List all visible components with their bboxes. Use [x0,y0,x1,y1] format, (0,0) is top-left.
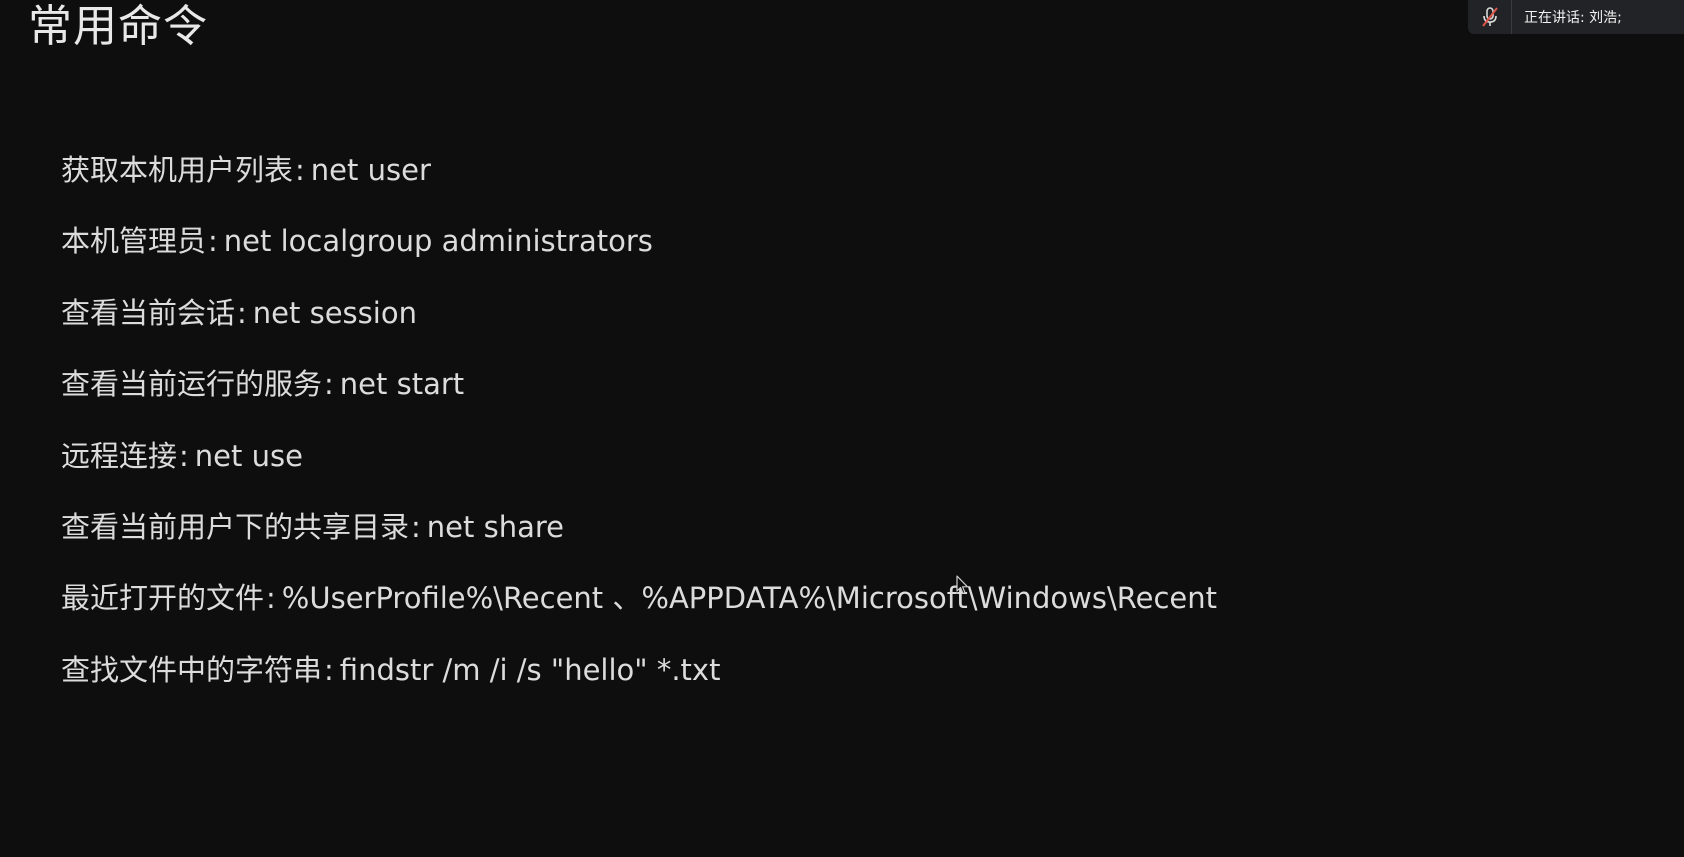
command-label: 获取本机用户列表 [61,153,294,187]
mouse-cursor-icon [956,575,969,595]
command-label: 最近打开的文件 [61,581,265,616]
command-item-net-session: 查看当前会话: net session [61,287,1217,358]
command-item-recent-files: 最近打开的文件: %UserProfile%\Recent 、%APPDATA%\… [61,572,1217,643]
command-label: 本机管理员 [61,224,207,259]
command-label: 远程连接 [61,438,178,473]
separator: : [411,509,421,544]
separator: : [295,153,305,187]
command-text: net use [194,438,303,473]
mic-toggle-button[interactable] [1468,0,1512,34]
command-label: 查看当前运行的服务 [61,367,323,402]
command-item-net-localgroup: 本机管理员: net localgroup administrators [61,215,1217,286]
command-label: 查找文件中的字符串 [61,652,323,687]
command-label: 查看当前会话 [61,295,236,330]
separator: : [324,367,334,402]
command-item-net-start: 查看当前运行的服务: net start [61,358,1217,429]
command-text: %UserProfile%\Recent 、%APPDATA%\Microsof… [281,581,1217,616]
command-item-net-use: 远程连接: net use [61,430,1217,501]
command-text: net user [310,153,431,187]
command-text: net localgroup administrators [223,224,653,259]
separator: : [237,295,247,330]
command-text: findstr /m /i /s "hello" *.txt [339,652,721,687]
speaker-indicator[interactable]: 正在讲话: 刘浩; [1468,0,1684,34]
command-item-findstr: 查找文件中的字符串: findstr /m /i /s "hello" *.txt [61,644,1217,715]
mic-muted-icon [1481,7,1498,27]
separator: : [208,224,218,259]
command-list: 获取本机用户列表: net user 本机管理员: net localgroup a… [61,144,1217,715]
command-label: 查看当前用户下的共享目录 [61,509,410,544]
separator: : [324,652,334,687]
separator: : [179,438,189,473]
command-text: net share [426,509,564,544]
slide-title: 常用命令 [28,1,208,52]
command-text: net session [252,295,417,330]
separator: : [266,581,276,616]
command-item-net-share: 查看当前用户下的共享目录: net share [61,501,1217,572]
speaker-text: 正在讲话: 刘浩; [1524,10,1622,26]
command-text: net start [339,367,465,402]
command-item-net-user: 获取本机用户列表: net user [61,144,1217,215]
